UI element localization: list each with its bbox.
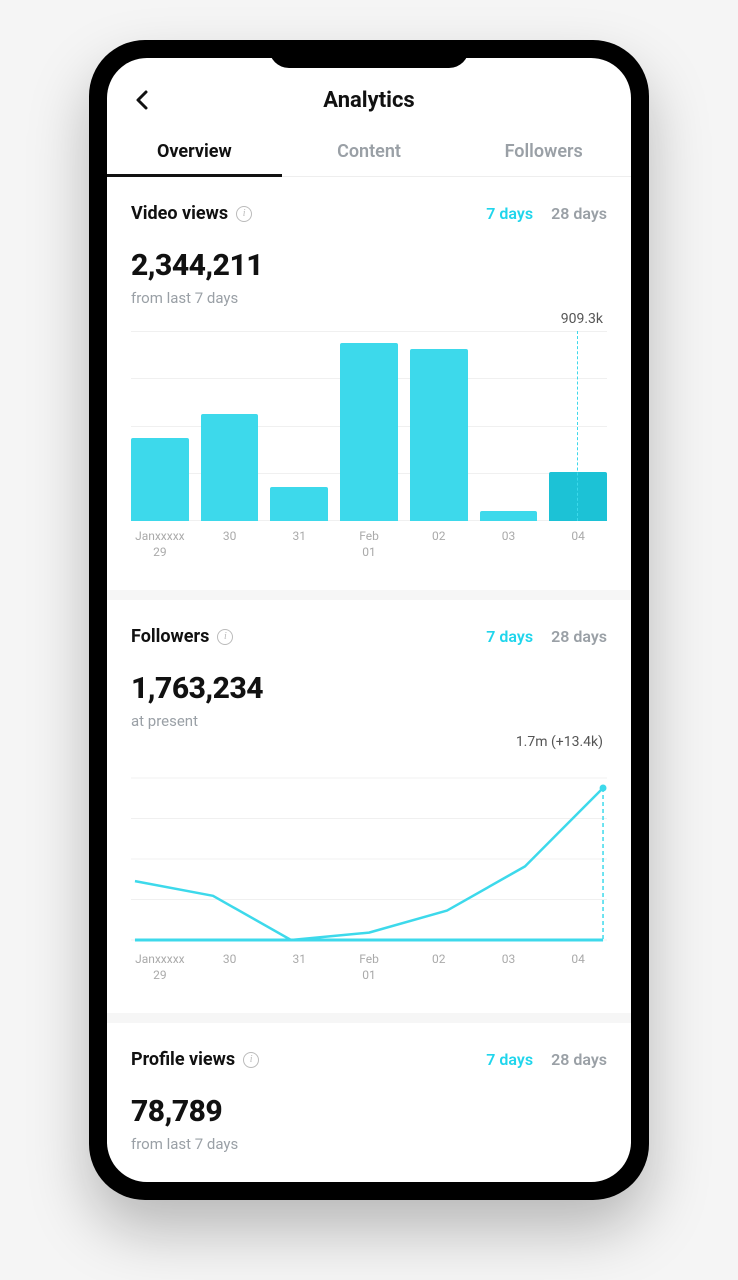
bar-col — [549, 341, 607, 521]
info-icon[interactable]: i — [217, 629, 233, 645]
chevron-left-icon — [131, 88, 155, 112]
x-label: 03 — [480, 952, 538, 983]
range-7days[interactable]: 7 days — [486, 1050, 533, 1069]
content-scroll[interactable]: Video views i 7 days 28 days 2,344,211 f… — [107, 177, 631, 1181]
x-label: Janxxxxx29 — [131, 952, 189, 983]
bar — [270, 487, 328, 521]
x-label: Janxxxxx29 — [131, 529, 189, 560]
info-icon[interactable]: i — [236, 206, 252, 222]
range-selector: 7 days 28 days — [486, 1050, 607, 1069]
x-label: 04 — [549, 529, 607, 560]
bar — [410, 349, 468, 521]
bar-col — [201, 341, 259, 521]
range-7days[interactable]: 7 days — [486, 204, 533, 223]
screen: Analytics Overview Content Followers Vid… — [107, 58, 631, 1182]
bar-col — [131, 341, 189, 521]
followers-sub: at present — [131, 712, 607, 730]
x-label: 03 — [480, 529, 538, 560]
section-header: Followers i 7 days 28 days — [131, 626, 607, 647]
section-header: Profile views i 7 days 28 days — [131, 1049, 607, 1070]
bar — [340, 343, 398, 521]
x-axis-labels: Janxxxxx29 30 31 Feb01 02 03 04 — [131, 952, 607, 983]
bar — [480, 511, 538, 521]
x-label: Feb01 — [340, 529, 398, 560]
section-title: Profile views — [131, 1049, 235, 1070]
profile-views-sub: from last 7 days — [131, 1135, 607, 1153]
range-7days[interactable]: 7 days — [486, 627, 533, 646]
section-profile-views: Profile views i 7 days 28 days 78,789 fr… — [107, 1023, 631, 1181]
followers-value: 1,763,234 — [131, 671, 607, 706]
bar-col — [480, 341, 538, 521]
section-header: Video views i 7 days 28 days — [131, 203, 607, 224]
tab-followers[interactable]: Followers — [456, 129, 631, 176]
range-selector: 7 days 28 days — [486, 204, 607, 223]
x-label: 02 — [410, 952, 468, 983]
bar — [549, 472, 607, 521]
profile-views-value: 78,789 — [131, 1094, 607, 1129]
line-chart — [131, 754, 607, 944]
tab-overview[interactable]: Overview — [107, 129, 282, 176]
section-video-views: Video views i 7 days 28 days 2,344,211 f… — [107, 177, 631, 600]
page-title: Analytics — [323, 88, 414, 113]
x-label: 04 — [549, 952, 607, 983]
x-label: 30 — [201, 529, 259, 560]
bar-chart — [131, 331, 607, 521]
back-button[interactable] — [131, 88, 155, 112]
x-label: 31 — [270, 529, 328, 560]
x-label: 31 — [270, 952, 328, 983]
phone-notch — [269, 40, 469, 68]
x-axis-labels: Janxxxxx29 30 31 Feb01 02 03 04 — [131, 529, 607, 560]
followers-chart: 1.7m (+13.4k) Janxxxxx293031Feb01020304 — [131, 754, 607, 983]
chart-annotation: 909.3k — [561, 311, 603, 327]
video-views-chart: 909.3k Janxxxxx293031Feb01020304 — [131, 331, 607, 560]
range-28days[interactable]: 28 days — [551, 204, 607, 223]
tabs: Overview Content Followers — [107, 129, 631, 177]
video-views-sub: from last 7 days — [131, 289, 607, 307]
section-title: Video views — [131, 203, 228, 224]
range-28days[interactable]: 28 days — [551, 1050, 607, 1069]
tab-content[interactable]: Content — [282, 129, 457, 176]
section-followers: Followers i 7 days 28 days 1,763,234 at … — [107, 600, 631, 1023]
range-28days[interactable]: 28 days — [551, 627, 607, 646]
section-title: Followers — [131, 626, 209, 647]
range-selector: 7 days 28 days — [486, 627, 607, 646]
x-label: 30 — [201, 952, 259, 983]
bar-col — [270, 341, 328, 521]
video-views-value: 2,344,211 — [131, 248, 607, 283]
chart-annotation: 1.7m (+13.4k) — [516, 734, 603, 750]
x-label: 02 — [410, 529, 468, 560]
section-title-wrap: Profile views i — [131, 1049, 259, 1070]
nav-header: Analytics — [107, 58, 631, 129]
x-label: Feb01 — [340, 952, 398, 983]
bar-col — [410, 341, 468, 521]
bars-row — [131, 341, 607, 521]
phone-frame: Analytics Overview Content Followers Vid… — [89, 40, 649, 1200]
section-title-wrap: Followers i — [131, 626, 233, 647]
info-icon[interactable]: i — [243, 1052, 259, 1068]
bar-col — [340, 341, 398, 521]
bar — [201, 414, 259, 521]
bar — [131, 438, 189, 521]
section-title-wrap: Video views i — [131, 203, 252, 224]
